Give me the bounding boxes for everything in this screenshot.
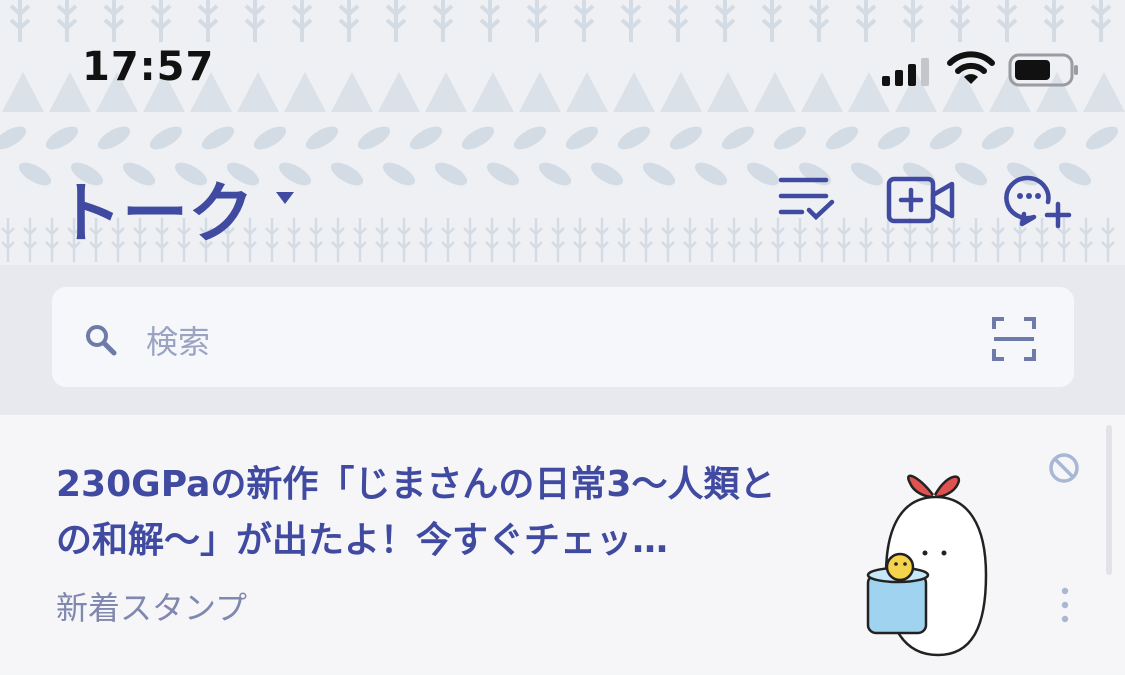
caret-down-icon[interactable] [274, 190, 296, 206]
qr-scan-icon[interactable] [992, 317, 1036, 361]
sticker-image [866, 474, 988, 657]
wifi-icon [947, 51, 995, 84]
status-time: 17:57 [82, 44, 215, 90]
video-call-plus-icon[interactable] [886, 176, 956, 224]
chat-subtitle: 新着スタンプ [56, 589, 248, 627]
mute-icon [1049, 453, 1079, 483]
title-row: トーク [0, 150, 1125, 252]
page-title[interactable]: トーク [56, 160, 254, 256]
search-input[interactable]: 検索 [52, 287, 1074, 387]
scrollbar[interactable] [1106, 425, 1112, 575]
search-area: 検索 [0, 265, 1125, 415]
search-placeholder: 検索 [146, 323, 211, 361]
chat-plus-icon[interactable] [1004, 172, 1072, 230]
checklist-icon[interactable] [778, 172, 838, 224]
header-area: 17:57 トーク [0, 0, 1125, 265]
status-bar: 17:57 [0, 0, 1125, 110]
search-icon [86, 325, 117, 356]
signal-icon [882, 58, 929, 86]
chat-list: 230GPaの新作「じまさんの日常3〜人類との和解〜」が出たよ！今すぐチェッ… … [0, 415, 1125, 672]
more-vertical-icon[interactable] [1060, 587, 1070, 623]
battery-icon [1008, 53, 1078, 87]
chat-message-preview[interactable]: 230GPaの新作「じまさんの日常3〜人類との和解〜」が出たよ！今すぐチェッ… [56, 457, 796, 569]
